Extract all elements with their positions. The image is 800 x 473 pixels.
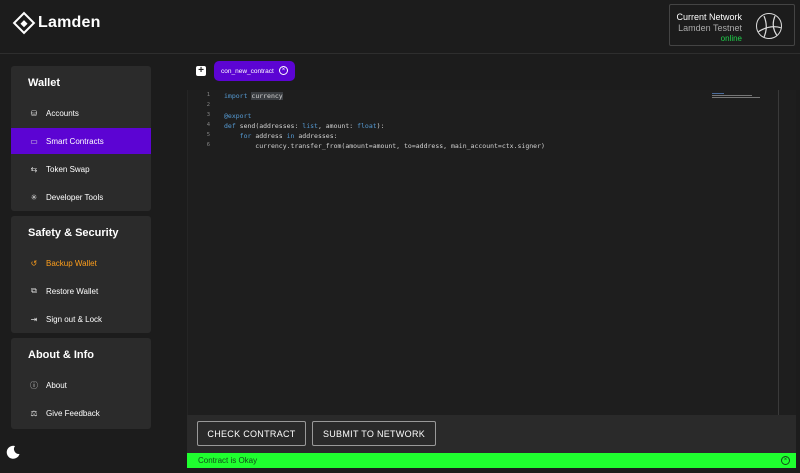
sidebar-item-label: Accounts [46,108,79,118]
sidebar-item-label: Restore Wallet [46,286,99,296]
sidebar-item-restore-wallet[interactable]: ⧉ Restore Wallet [11,278,151,304]
tab-con-new-contract[interactable]: con_new_contract × [214,61,295,81]
line-number: 4 [206,122,210,128]
code-line-6: currency.transfer_from(amount=amount, to… [224,142,545,150]
sidebar-item-label: Smart Contracts [46,136,104,146]
line-number: 2 [206,102,210,108]
sidebar-item-label: Sign out & Lock [46,314,103,324]
network-name: Lamden Testnet [678,23,742,33]
about-panel: About & Info ⓘ About ⚖ Give Feedback [11,338,151,429]
network-title: Current Network [676,12,742,22]
sidebar-item-give-feedback[interactable]: ⚖ Give Feedback [11,400,151,426]
status-banner: Contract is Okay × [187,453,796,468]
tab-label: con_new_contract [221,67,274,75]
lamden-logo[interactable]: Lamden [12,11,101,35]
submit-to-network-button[interactable]: SUBMIT TO NETWORK [312,421,436,446]
code-line-4: def send(addresses: list, amount: float)… [224,122,385,130]
sidebar-item-sign-out[interactable]: ⇥ Sign out & Lock [11,306,151,332]
dark-mode-toggle[interactable] [5,444,21,460]
code-line-5: for address in addresses: [239,132,338,140]
wallet-panel: Wallet ⛁ Accounts ▭ Smart Contracts ⇆ To… [11,66,151,211]
signout-icon: ⇥ [30,314,38,324]
feedback-icon: ⚖ [30,408,38,418]
sidebar-item-token-swap[interactable]: ⇆ Token Swap [11,156,151,182]
app-name: Lamden [38,14,101,31]
close-icon[interactable]: × [279,66,288,75]
moon-icon [6,445,20,459]
security-panel: Safety & Security ↺ Backup Wallet ⧉ Rest… [11,216,151,333]
wallet-section-title: Wallet [28,77,60,89]
sidebar: Wallet ⛁ Accounts ▭ Smart Contracts ⇆ To… [0,54,160,473]
check-contract-button[interactable]: CHECK CONTRACT [197,421,306,446]
info-icon: ⓘ [30,380,38,390]
bulb-icon: ✳ [30,192,38,202]
swap-icon: ⇆ [30,164,38,174]
about-section-title: About & Info [28,349,94,361]
contract-icon: ▭ [30,136,38,146]
globe-icon [756,13,782,39]
sidebar-item-label: Developer Tools [46,192,104,202]
sidebar-item-label: About [46,380,67,390]
sidebar-item-accounts[interactable]: ⛁ Accounts [11,100,151,126]
editor-actions: CHECK CONTRACT SUBMIT TO NETWORK [187,415,796,453]
sidebar-item-developer-tools[interactable]: ✳ Developer Tools [11,184,151,210]
top-bar: Lamden Current Network Lamden Testnet on… [0,0,800,54]
code-editor[interactable]: 1 2 3 4 5 6 import currency @export def … [187,90,796,415]
sidebar-item-label: Backup Wallet [46,258,97,268]
line-number: 6 [206,142,210,148]
code-line-1: import currency [224,92,283,100]
sidebar-item-backup-wallet[interactable]: ↺ Backup Wallet [11,250,151,276]
sidebar-item-smart-contracts[interactable]: ▭ Smart Contracts [11,128,151,154]
lamden-logo-icon [12,11,36,35]
code-line-3: @export [224,112,252,120]
sidebar-item-label: Give Feedback [46,408,100,418]
line-number: 3 [206,112,210,118]
line-number: 5 [206,132,210,138]
code-content[interactable]: import currency @export def send(address… [224,90,545,154]
close-icon[interactable]: × [781,456,790,465]
sidebar-item-about[interactable]: ⓘ About [11,372,151,398]
wallet-icon: ⛁ [30,108,38,118]
sidebar-item-label: Token Swap [46,164,90,174]
restore-icon: ⧉ [31,286,37,295]
security-section-title: Safety & Security [28,227,119,239]
status-message: Contract is Okay [198,456,258,465]
network-status: online [720,34,742,43]
network-selector[interactable]: Current Network Lamden Testnet online [669,4,795,46]
editor-scrollbar[interactable] [778,90,779,415]
backup-icon: ↺ [30,258,38,268]
code-minimap[interactable] [712,93,760,101]
line-number: 1 [206,92,210,98]
add-tab-button[interactable]: + [196,66,206,76]
editor-tabs: + con_new_contract × [196,61,295,81]
